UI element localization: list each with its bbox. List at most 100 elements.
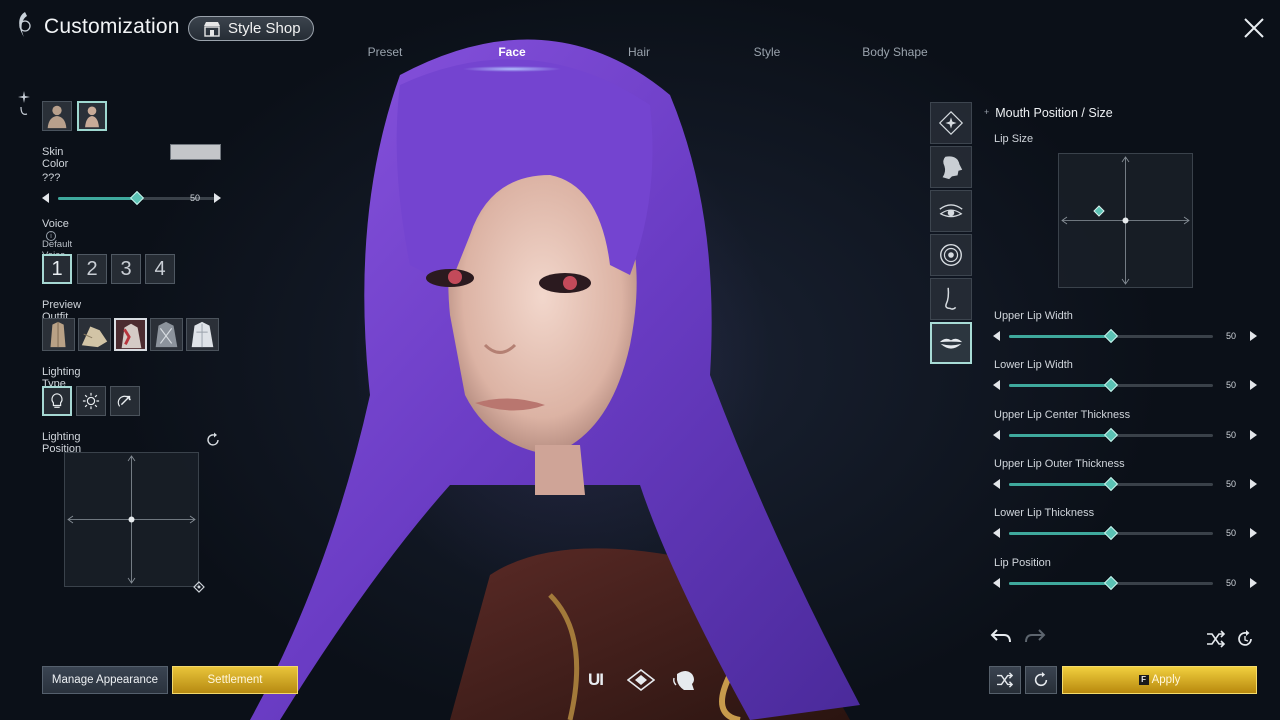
slider-knob[interactable]	[1103, 377, 1119, 393]
outfit-option-5[interactable]	[186, 318, 219, 351]
slider-track[interactable]	[1009, 575, 1213, 591]
diamond-view-icon[interactable]	[627, 669, 655, 691]
slider-decrease-arrow[interactable]	[993, 479, 1000, 489]
reset-section-icon[interactable]	[1235, 629, 1255, 649]
slider-decrease-arrow[interactable]	[993, 578, 1000, 588]
category-face-shape-button[interactable]	[930, 146, 972, 188]
male-silhouette-icon	[47, 105, 67, 129]
slider-knob[interactable]	[1103, 427, 1119, 443]
header: Customization Style Shop Preset Face Hai…	[0, 0, 1280, 72]
apply-button[interactable]: F Apply	[1062, 666, 1257, 694]
apply-hotkey-badge: F	[1138, 675, 1149, 685]
slider-track[interactable]	[1009, 476, 1213, 492]
outfit-thumbnail-icon	[191, 321, 214, 348]
body-type-1-button[interactable]	[42, 101, 72, 131]
voice-option-1[interactable]: 1	[42, 254, 72, 284]
slider-fill	[1009, 582, 1111, 585]
skin-color-swatch[interactable]	[170, 144, 221, 160]
unknown-slider-label: ???	[42, 172, 61, 184]
character-portrait	[250, 39, 860, 720]
category-mouth-button[interactable]	[930, 322, 972, 364]
light-bulb-icon	[51, 393, 63, 408]
lip-slider: 50	[993, 525, 1258, 541]
lighting-type-sun-button[interactable]	[76, 386, 106, 416]
outfit-thumbnail-icon	[155, 321, 178, 348]
randomize-all-button[interactable]	[989, 666, 1021, 694]
slider-knob[interactable]	[1103, 476, 1119, 492]
slider-decrease-arrow[interactable]	[993, 430, 1000, 440]
iris-icon	[940, 244, 962, 266]
slider-value: 50	[1226, 578, 1237, 588]
category-makeup-button[interactable]	[930, 102, 972, 144]
female-silhouette-icon	[85, 106, 99, 128]
outfit-option-4[interactable]	[150, 318, 183, 351]
reset-all-button[interactable]	[1025, 666, 1057, 694]
slider-track[interactable]	[1009, 377, 1213, 393]
slider-knob[interactable]	[129, 190, 145, 206]
lip-slider-label: Lower Lip Width	[994, 359, 1073, 371]
slider-track[interactable]	[1009, 427, 1213, 443]
outfit-option-1[interactable]	[42, 318, 75, 351]
sun-icon	[82, 392, 100, 410]
slider-fill	[1009, 434, 1111, 437]
ui-toggle-button[interactable]: UI	[588, 670, 604, 690]
panel-marker-icon	[18, 91, 30, 115]
voice-option-3[interactable]: 3	[111, 254, 141, 284]
slider-decrease-arrow[interactable]	[993, 331, 1000, 341]
slider-track[interactable]	[1009, 328, 1213, 344]
slider-increase-arrow[interactable]	[1250, 380, 1257, 390]
outfit-thumbnail-icon	[50, 321, 66, 348]
slider-knob[interactable]	[1103, 328, 1119, 344]
lip-slider: 50	[993, 427, 1258, 443]
lip-slider: 50	[993, 476, 1258, 492]
manage-appearance-button[interactable]: Manage Appearance	[42, 666, 168, 694]
lip-slider-label: Lip Position	[994, 557, 1051, 569]
slider-decrease-arrow[interactable]	[42, 193, 49, 203]
lighting-reset-icon[interactable]	[205, 432, 221, 448]
unknown-slider: 50	[42, 190, 222, 206]
lighting-type-custom-button[interactable]	[110, 386, 140, 416]
slider-increase-arrow[interactable]	[1250, 528, 1257, 538]
tab-preset[interactable]: Preset	[368, 45, 403, 59]
shuffle-icon	[997, 672, 1014, 688]
lighting-type-bulb-button[interactable]	[42, 386, 72, 416]
camera-head-icon[interactable]	[672, 668, 698, 692]
nose-icon	[945, 287, 957, 310]
voice-option-4[interactable]: 4	[145, 254, 175, 284]
slider-knob[interactable]	[1103, 575, 1119, 591]
outfit-option-2[interactable]	[78, 318, 111, 351]
settlement-button[interactable]: Settlement	[172, 666, 298, 694]
slider-increase-arrow[interactable]	[214, 193, 221, 203]
slider-knob[interactable]	[1103, 525, 1119, 541]
reset-icon	[1034, 671, 1048, 687]
tab-body-shape[interactable]: Body Shape	[862, 45, 927, 59]
lip-slider: 50	[993, 377, 1258, 393]
undo-icon[interactable]	[990, 627, 1012, 645]
lip-size-label: Lip Size	[994, 133, 1034, 145]
slider-decrease-arrow[interactable]	[993, 528, 1000, 538]
category-eyes-button[interactable]	[930, 190, 972, 232]
slider-increase-arrow[interactable]	[1250, 430, 1257, 440]
redo-icon[interactable]	[1024, 627, 1046, 645]
pad-corner-handle-icon[interactable]	[193, 581, 205, 593]
tab-style[interactable]: Style	[754, 45, 781, 59]
lip-slider-label: Upper Lip Center Thickness	[994, 409, 1131, 421]
category-nose-button[interactable]	[930, 278, 972, 320]
slider-increase-arrow[interactable]	[1250, 578, 1257, 588]
lip-size-pad[interactable]	[1058, 153, 1193, 288]
tab-face[interactable]: Face	[498, 45, 525, 59]
voice-option-2[interactable]: 2	[77, 254, 107, 284]
slider-track[interactable]	[1009, 525, 1213, 541]
slider-increase-arrow[interactable]	[1250, 479, 1257, 489]
lighting-position-pad[interactable]	[64, 452, 199, 587]
style-shop-button[interactable]: Style Shop	[188, 16, 314, 41]
category-iris-button[interactable]	[930, 234, 972, 276]
close-icon[interactable]	[1242, 16, 1266, 40]
slider-decrease-arrow[interactable]	[993, 380, 1000, 390]
slider-fill	[1009, 384, 1111, 387]
randomize-section-icon[interactable]	[1206, 630, 1226, 648]
body-type-2-button[interactable]	[77, 101, 107, 131]
slider-increase-arrow[interactable]	[1250, 331, 1257, 341]
outfit-option-3[interactable]	[114, 318, 147, 351]
tab-hair[interactable]: Hair	[628, 45, 650, 59]
